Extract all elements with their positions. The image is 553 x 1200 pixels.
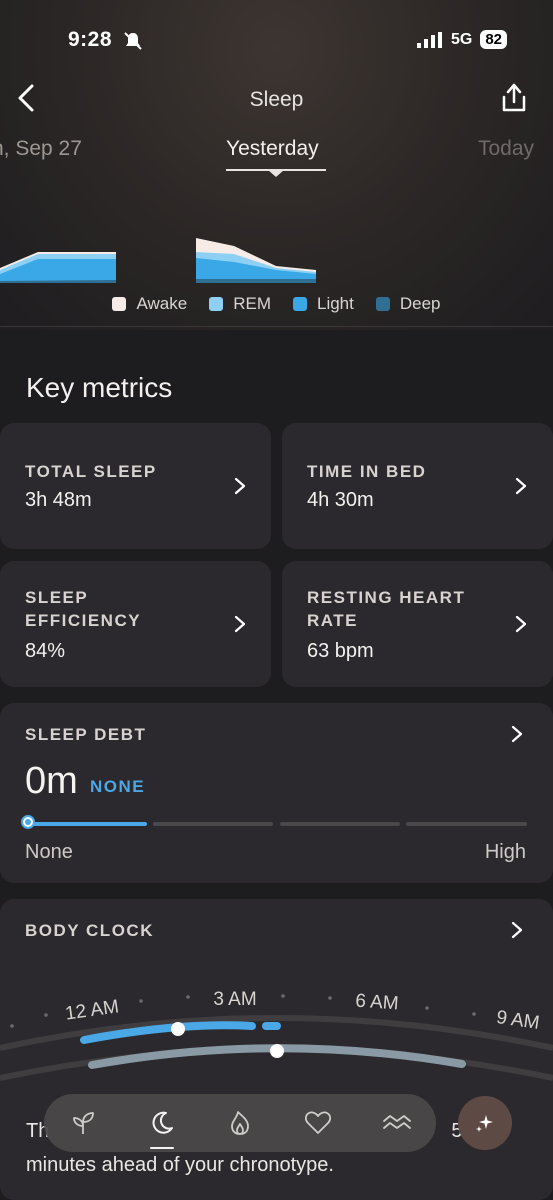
time-in-bed-card[interactable]: TIME IN BED 4h 30m [282,423,553,549]
sleep-efficiency-label-1: SLEEP [25,588,89,607]
tick-3am: 3 AM [213,989,256,1010]
debt-segment-high [406,822,527,826]
body-clock-dial: 12 AM 3 AM 6 AM 9 AM [0,989,553,1081]
nav-stress[interactable] [377,1103,417,1143]
battery-indicator: 82 [480,30,507,49]
total-sleep-card[interactable]: TOTAL SLEEP 3h 48m [0,423,271,549]
tick-9am: 9 AM [495,1007,541,1034]
divider [0,326,553,327]
sleep-efficiency-label-2: EFFICIENCY [25,611,142,630]
resting-hr-label-2: RATE [307,611,359,630]
legend-swatch [375,297,390,311]
hypnogram-chart[interactable] [0,232,553,288]
debt-scale-min: None [25,841,73,863]
activity-icon [231,1111,249,1135]
tick-12am: 12 AM [64,996,120,1024]
debt-marker [21,815,35,829]
debt-segment-moderate [280,822,400,826]
stress-icon [382,1115,411,1129]
page-title: Sleep [249,88,304,111]
sleep-debt-label: SLEEP DEBT [25,725,147,744]
date-prev-tab[interactable]: n, Sep 27 [0,137,82,161]
legend-light: Light [292,294,354,314]
bottom-nav [44,1094,436,1152]
sleep-debt-value: 0m [25,760,78,802]
legend-rem: REM [209,294,271,314]
silent-bell-icon [124,32,142,50]
total-sleep-value: 3h 48m [25,489,92,511]
date-next-tab[interactable]: Today [478,137,534,161]
insight-line2: minutes ahead of your chronotype. [26,1154,334,1176]
time-in-bed-label: TIME IN BED [307,462,427,481]
nav-active-indicator [149,1147,174,1149]
status-time: 9:28 [68,28,113,51]
tick-6am: 6 AM [355,991,400,1015]
legend-awake: Awake [112,294,187,314]
nav-sleep[interactable] [142,1103,182,1149]
time-in-bed-value: 4h 30m [307,489,374,511]
date-caret-icon [268,170,284,177]
status-right: 5G 82 [416,30,507,49]
heart-icon [305,1111,332,1134]
legend-swatch [209,297,224,311]
chevron-right-icon [515,477,527,495]
sleep-efficiency-value: 84% [25,640,66,662]
resting-hr-label-1: RESTING HEART [307,588,466,607]
chevron-right-icon [511,921,523,939]
share-button[interactable] [499,80,529,116]
chart-legend: Awake REM Light Deep [0,294,553,314]
legend-swatch [292,297,307,311]
chevron-right-icon [515,615,527,633]
sleep-icon [152,1111,173,1134]
chevron-right-icon [511,725,523,743]
share-icon [502,83,526,112]
debt-scale-max: High [484,841,526,863]
resting-heart-rate-card[interactable]: RESTING HEART RATE 63 bpm [282,561,553,687]
resting-hr-value: 63 bpm [307,640,374,662]
legend-deep: Deep [375,294,441,314]
network-label: 5G [450,30,473,48]
signal-icon [416,31,442,48]
nav-readiness[interactable] [63,1103,103,1143]
chronotype-marker [270,1044,284,1058]
legend-swatch [112,297,127,311]
nav-activity[interactable] [220,1103,260,1143]
sleep-efficiency-card[interactable]: SLEEP EFFICIENCY 84% [0,561,271,687]
key-metrics-title: Key metrics [26,372,173,403]
debt-segment-low [153,822,273,826]
chevron-right-icon [234,615,246,633]
debt-segment-none [27,822,147,826]
advisor-button[interactable] [458,1096,512,1150]
sleep-window-marker [171,1022,185,1036]
total-sleep-label: TOTAL SLEEP [25,462,157,481]
debt-marker-dot [25,819,31,825]
deep-area-2 [196,279,316,283]
sleep-debt-level: NONE [90,777,146,796]
nav-heart[interactable] [298,1103,338,1143]
chevron-right-icon [234,477,246,495]
body-clock-label: BODY CLOCK [25,921,154,940]
sparkle-icon [476,1115,493,1132]
readiness-icon [73,1112,95,1134]
date-current-tab[interactable]: Yesterday [226,137,319,161]
